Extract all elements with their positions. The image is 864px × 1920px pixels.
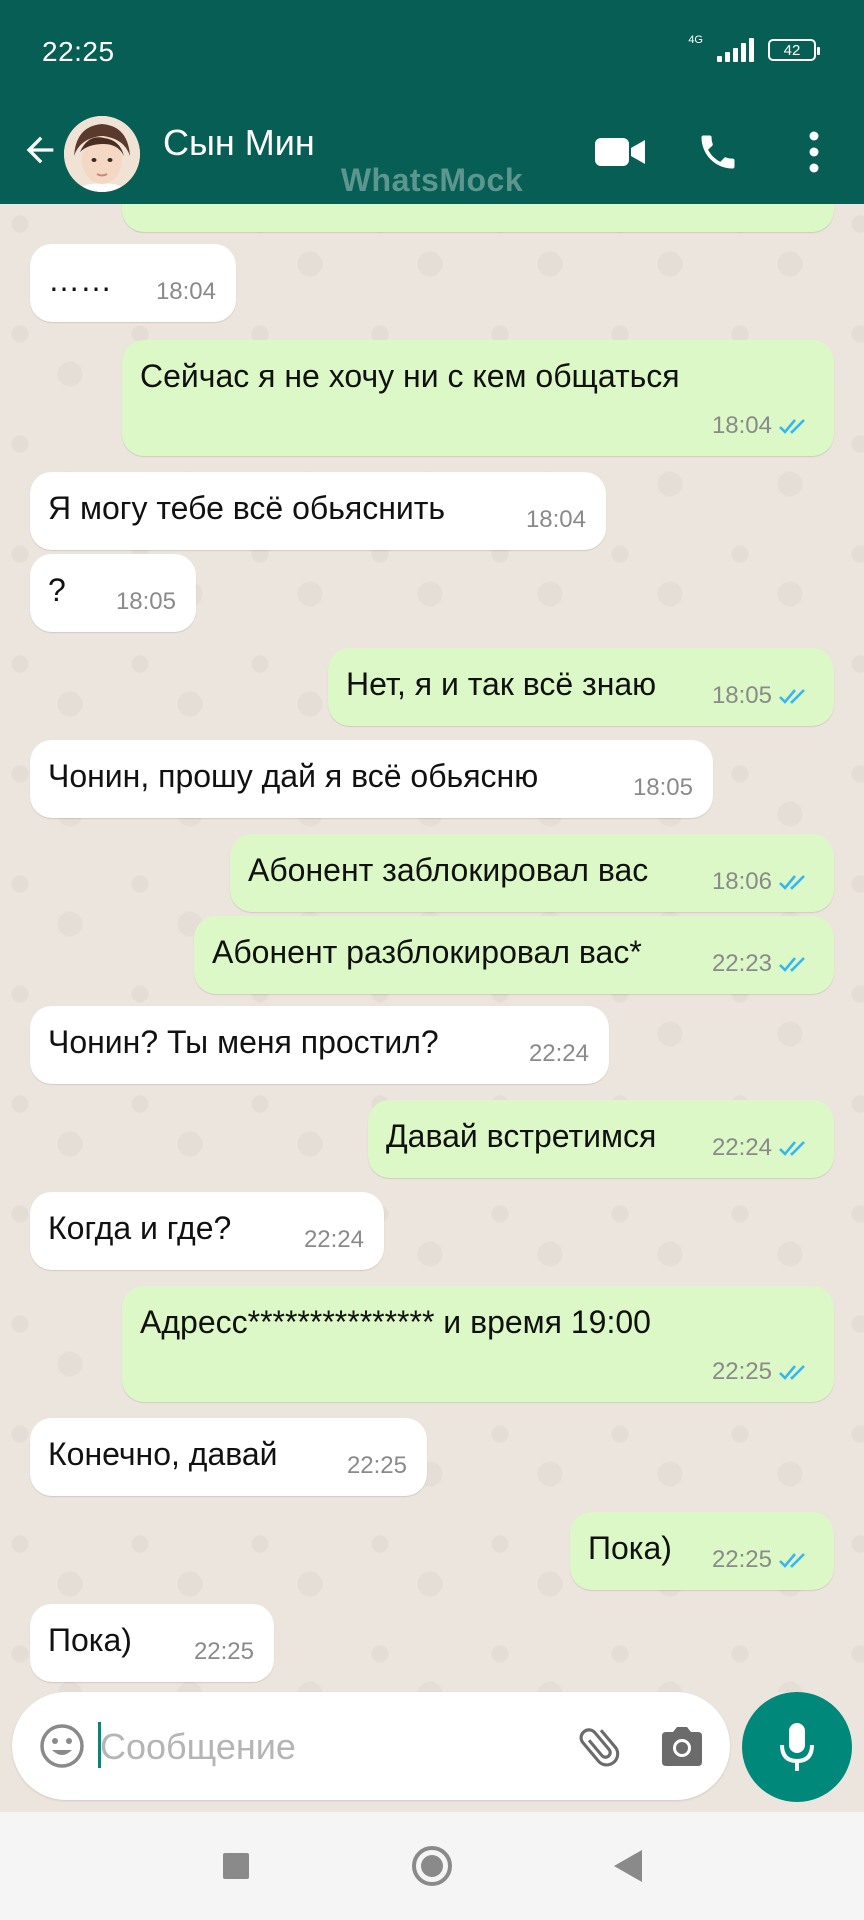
message-time: 18:06 [711, 868, 772, 895]
message-time: 18:05 [632, 774, 693, 801]
message-time: 18:05 [115, 588, 176, 615]
read-ticks-icon [779, 419, 805, 434]
message-bubble-incoming[interactable]: Конечно, давай 22:25 [30, 1418, 427, 1496]
emoji-button[interactable] [34, 1718, 90, 1774]
contact-name[interactable]: Сын Мин [163, 122, 315, 164]
signal-icon [717, 38, 754, 62]
more-vert-icon [809, 131, 819, 173]
chat-header: Сын Мин WhatsMock [0, 104, 864, 204]
message-bubble-outgoing[interactable]: Адресс*************** и время 19:00 22:2… [122, 1286, 834, 1402]
more-options-button[interactable] [784, 122, 844, 182]
message-time: 22:24 [711, 1134, 772, 1161]
microphone-icon [780, 1723, 814, 1771]
message-bubble-outgoing[interactable]: Сейчас я не хочу ни с кем общаться 18:04 [122, 340, 834, 456]
message-bubble-incoming[interactable]: Пока) 22:25 [30, 1604, 274, 1682]
camera-icon [662, 1727, 702, 1766]
message-time: 18:05 [711, 682, 772, 709]
message-time: 22:25 [193, 1638, 254, 1665]
compose-bar [0, 1692, 864, 1802]
message-time: 18:04 [525, 506, 586, 533]
message-time: 22:24 [303, 1226, 364, 1253]
read-ticks-icon [779, 957, 805, 972]
emoji-icon [40, 1724, 84, 1768]
camera-button[interactable] [652, 1716, 712, 1776]
home-circle-icon [412, 1846, 452, 1886]
battery-icon: 42 [768, 39, 820, 61]
message-bubble-outgoing[interactable]: Абонент разблокировал вас* 22:23 [194, 916, 834, 994]
message-bubble-outgoing[interactable]: Нет, я и так всё знаю 18:05 [328, 648, 834, 726]
message-bubble-incoming[interactable]: Чонин, прошу дай я всё обьясню 18:05 [30, 740, 713, 818]
read-ticks-icon [779, 1553, 805, 1568]
back-nav-button[interactable] [600, 1838, 656, 1894]
system-nav-bar [0, 1812, 864, 1920]
message-bubble-outgoing[interactable]: Давай встретимся 22:24 [368, 1100, 834, 1178]
network-type: 4G [688, 34, 703, 46]
message-bubble-incoming[interactable]: Чонин? Ты меня простил? 22:24 [30, 1006, 609, 1084]
recents-square-icon [223, 1853, 249, 1879]
compose-field-container [12, 1692, 730, 1800]
message-time: 18:04 [711, 412, 772, 439]
message-bubble-outgoing[interactable]: Пока) 22:25 [570, 1512, 834, 1590]
voice-message-button[interactable] [742, 1692, 852, 1802]
message-bubble-partial [122, 204, 834, 232]
message-time: 18:04 [155, 278, 216, 305]
video-call-button[interactable] [590, 122, 650, 182]
read-ticks-icon [779, 1141, 805, 1156]
status-bar: 22:25 4G 42 [0, 0, 864, 104]
recents-button[interactable] [208, 1838, 264, 1894]
message-time: 22:25 [711, 1546, 772, 1573]
back-triangle-icon [614, 1850, 642, 1882]
message-bubble-incoming[interactable]: ? 18:05 [30, 554, 196, 632]
chat-area[interactable]: …… 18:04 Сейчас я не хочу ни с кем общат… [0, 204, 864, 1692]
status-time: 22:25 [42, 36, 115, 67]
message-bubble-incoming[interactable]: …… 18:04 [30, 244, 236, 322]
message-time: 22:25 [346, 1452, 407, 1479]
read-ticks-icon [779, 875, 805, 890]
attach-button[interactable] [570, 1716, 630, 1776]
message-bubble-incoming[interactable]: Когда и где? 22:24 [30, 1192, 384, 1270]
read-ticks-icon [779, 1365, 805, 1380]
phone-icon [701, 135, 735, 169]
paperclip-icon [579, 1728, 620, 1767]
read-ticks-icon [779, 689, 805, 704]
video-call-icon [595, 138, 645, 166]
message-bubble-incoming[interactable]: Я могу тебе всё обьяснить 18:04 [30, 472, 606, 550]
home-button[interactable] [404, 1838, 460, 1894]
status-indicators: 4G 42 [688, 34, 820, 62]
message-time: 22:24 [528, 1040, 589, 1067]
message-input[interactable] [98, 1716, 562, 1778]
message-bubble-outgoing[interactable]: Абонент заблокировал вас 18:06 [230, 834, 834, 912]
voice-call-button[interactable] [688, 122, 748, 182]
message-time: 22:23 [711, 950, 772, 977]
battery-level: 42 [783, 41, 801, 59]
message-time: 22:25 [711, 1358, 772, 1385]
